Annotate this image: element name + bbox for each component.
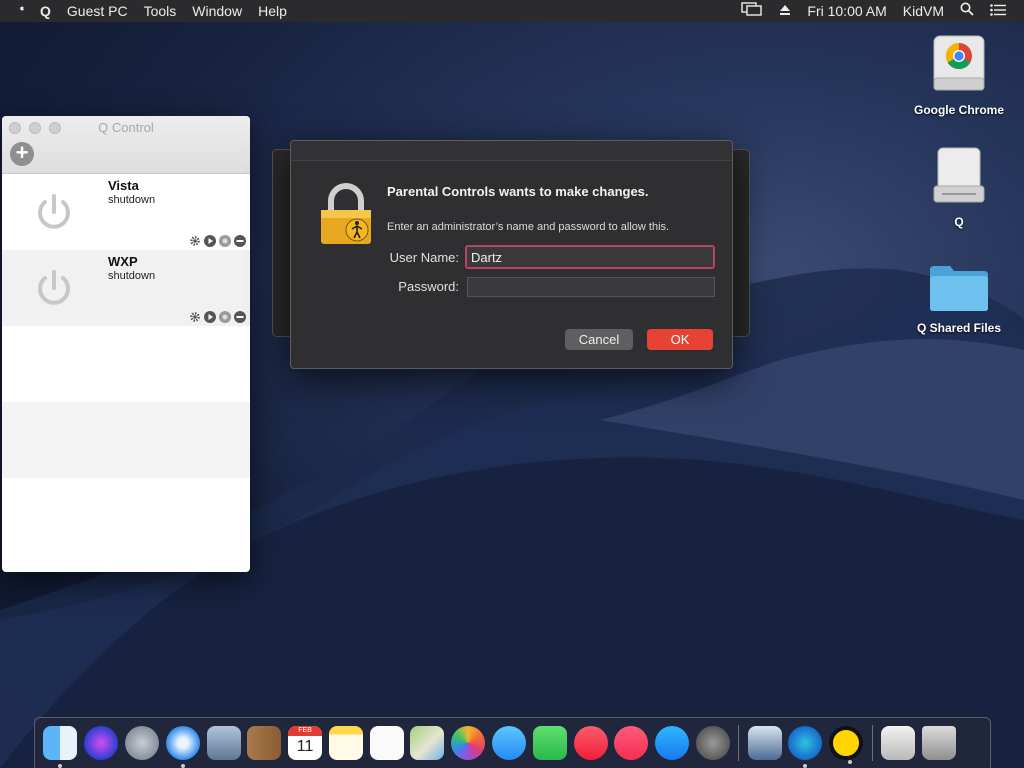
dock: FEB 11 xyxy=(34,717,991,768)
dock-system-preferences-icon[interactable] xyxy=(695,726,730,760)
ok-button[interactable]: OK xyxy=(647,329,713,350)
eject-icon[interactable] xyxy=(771,0,799,22)
power-icon xyxy=(38,270,70,305)
play-icon[interactable] xyxy=(204,234,216,247)
app-menu[interactable]: Q xyxy=(32,0,59,22)
dock-news-icon[interactable] xyxy=(573,726,608,760)
gear-icon[interactable] xyxy=(189,310,201,322)
dock-finder-icon[interactable] xyxy=(43,726,78,768)
apple-menu-icon[interactable] xyxy=(12,0,32,22)
dock-maps-icon[interactable] xyxy=(410,726,445,760)
drive-icon xyxy=(933,147,985,203)
dock-calendar-icon[interactable]: FEB 11 xyxy=(288,726,323,760)
vm-name: Vista xyxy=(108,178,139,193)
user-name-field[interactable] xyxy=(465,245,715,269)
dock-virtualbox-icon[interactable] xyxy=(747,726,782,760)
vm-row-vista[interactable]: Vista shutdown xyxy=(2,174,250,250)
add-vm-button[interactable]: + xyxy=(10,142,34,166)
user-menu[interactable]: KidVM xyxy=(895,0,952,22)
dock-contacts-icon[interactable] xyxy=(247,726,282,760)
cancel-button[interactable]: Cancel xyxy=(565,329,633,350)
desktop-icon-google-chrome[interactable]: Google Chrome xyxy=(904,34,1014,117)
dock-trash-icon[interactable] xyxy=(921,726,956,760)
desktop-icon-label: Q Shared Files xyxy=(916,321,1002,335)
dock-launchpad-icon[interactable] xyxy=(124,726,159,760)
dock-siri-icon[interactable] xyxy=(84,726,119,760)
remove-icon[interactable] xyxy=(234,310,246,323)
vm-state: shutdown xyxy=(108,194,156,206)
power-icon xyxy=(38,194,70,229)
desktop-icon-label: Q xyxy=(954,215,964,229)
dock-facetime-icon[interactable] xyxy=(532,726,567,760)
gear-icon[interactable] xyxy=(189,234,201,246)
calendar-month: FEB xyxy=(288,726,323,736)
dock-mail-icon[interactable] xyxy=(206,726,241,760)
notification-center-icon[interactable] xyxy=(982,0,1014,22)
play-icon[interactable] xyxy=(204,310,216,323)
window-title: Q Control xyxy=(98,120,154,135)
empty-row xyxy=(2,402,250,478)
q-control-window: Q Control + Vista shutdown WXP shutdown xyxy=(2,116,250,572)
dialog-heading: Parental Controls wants to make changes. xyxy=(387,184,649,199)
dock-reminders-icon[interactable] xyxy=(369,726,404,760)
empty-row xyxy=(2,326,250,402)
chrome-disk-icon xyxy=(933,35,985,91)
airplay-display-icon[interactable] xyxy=(733,0,771,22)
menu-window[interactable]: Window xyxy=(184,0,250,22)
menu-guest-pc[interactable]: Guest PC xyxy=(59,0,136,22)
dock-music-icon[interactable] xyxy=(614,726,649,760)
desktop-icon-q[interactable]: Q xyxy=(904,146,1014,229)
dialog-message: Enter an administrator’s name and passwo… xyxy=(387,221,670,233)
desktop-icon-label: Google Chrome xyxy=(913,103,1004,117)
dock-q-icon[interactable] xyxy=(829,726,864,764)
menu-help[interactable]: Help xyxy=(250,0,295,22)
menu-bar: Q Guest PC Tools Window Help Fri 10:00 A… xyxy=(0,0,1024,22)
vm-state: shutdown xyxy=(108,270,156,282)
spotlight-search-icon[interactable] xyxy=(952,0,982,22)
dock-messages-icon[interactable] xyxy=(491,726,526,760)
folder-icon xyxy=(930,266,988,311)
stop-icon[interactable] xyxy=(219,234,231,247)
stop-icon[interactable] xyxy=(219,310,231,323)
dock-edge-icon[interactable] xyxy=(788,726,823,768)
dock-downloads-icon[interactable] xyxy=(881,726,916,760)
vm-name: WXP xyxy=(108,254,138,269)
password-label: Password: xyxy=(398,279,459,294)
lock-icon xyxy=(321,183,371,244)
calendar-day: 11 xyxy=(296,738,314,755)
dock-photos-icon[interactable] xyxy=(451,726,486,760)
desktop-icon-q-shared-files[interactable]: Q Shared Files xyxy=(904,262,1014,335)
dock-separator xyxy=(738,725,740,761)
dock-notes-icon[interactable] xyxy=(328,726,363,760)
dialog-top-strip xyxy=(291,141,732,161)
dock-app-store-icon[interactable] xyxy=(655,726,690,760)
user-name-label: User Name: xyxy=(389,250,459,265)
auth-dialog: Parental Controls wants to make changes.… xyxy=(290,140,733,369)
remove-icon[interactable] xyxy=(234,234,246,247)
dock-safari-icon[interactable] xyxy=(165,726,200,768)
vm-row-wxp[interactable]: WXP shutdown xyxy=(2,250,250,326)
password-field[interactable] xyxy=(467,277,715,297)
window-titlebar[interactable]: Q Control + xyxy=(2,116,250,174)
menu-tools[interactable]: Tools xyxy=(136,0,185,22)
dock-separator xyxy=(871,725,873,761)
clock[interactable]: Fri 10:00 AM xyxy=(799,0,894,22)
